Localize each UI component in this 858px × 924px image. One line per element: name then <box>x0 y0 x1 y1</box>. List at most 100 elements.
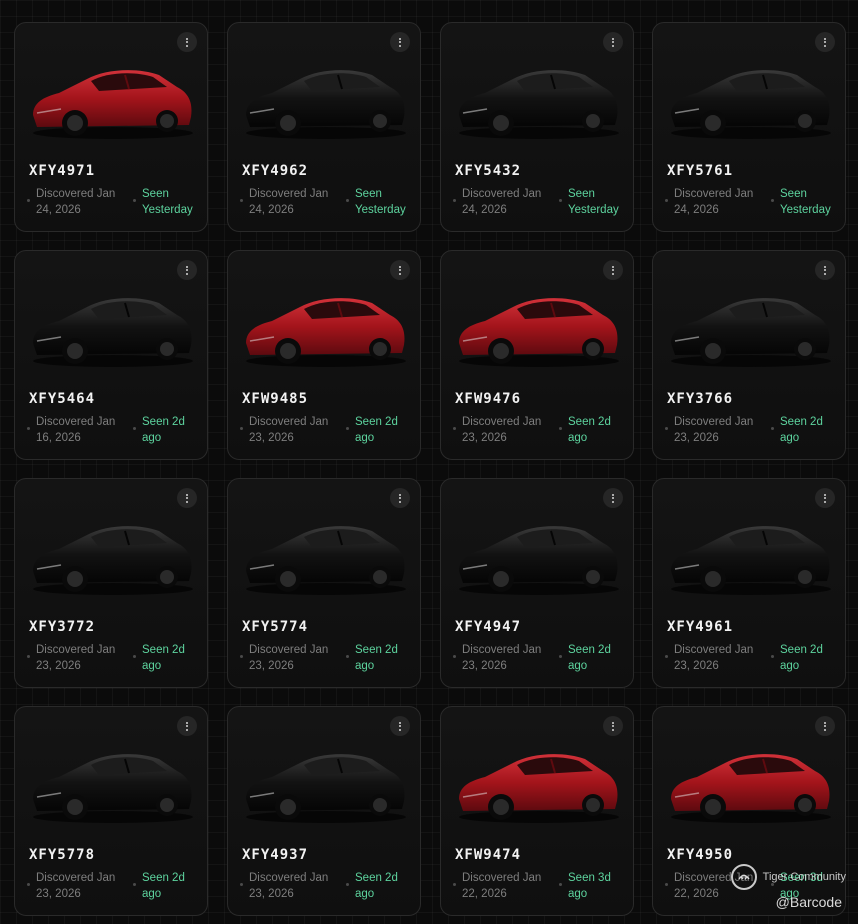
seen-status: Seen Yesterday <box>771 186 837 218</box>
vehicle-card[interactable]: XFY5778 Discovered Jan 23, 2026 Seen 2d … <box>14 706 208 916</box>
more-vertical-icon[interactable] <box>390 32 410 52</box>
vehicle-plate: XFY3766 <box>667 391 734 407</box>
vehicle-image <box>671 70 831 139</box>
more-vertical-icon[interactable] <box>815 260 835 280</box>
vehicle-meta: Discovered Jan 23, 2026 Seen 2d ago <box>665 414 837 446</box>
vehicle-card[interactable]: XFY5432 Discovered Jan 24, 2026 Seen Yes… <box>440 22 634 232</box>
vehicle-image <box>459 298 619 367</box>
vehicle-plate: XFY4947 <box>455 619 522 635</box>
vehicle-image <box>33 754 193 823</box>
vehicle-image <box>33 298 193 367</box>
vehicle-card[interactable]: XFY4947 Discovered Jan 23, 2026 Seen 2d … <box>440 478 634 688</box>
tiger-logo-icon <box>730 864 757 890</box>
vehicle-image <box>33 526 193 595</box>
vehicle-card[interactable]: XFY4961 Discovered Jan 23, 2026 Seen 2d … <box>652 478 846 688</box>
more-vertical-icon[interactable] <box>390 260 410 280</box>
vehicle-card[interactable]: XFW9474 Discovered Jan 22, 2026 Seen 3d … <box>440 706 634 916</box>
more-vertical-icon[interactable] <box>603 488 623 508</box>
discovered-date: Discovered Jan 24, 2026 <box>453 186 559 218</box>
vehicle-plate: XFY4950 <box>667 847 734 863</box>
discovered-date: Discovered Jan 23, 2026 <box>27 642 133 674</box>
vehicle-meta: Discovered Jan 23, 2026 Seen 2d ago <box>27 870 199 902</box>
more-vertical-icon[interactable] <box>390 716 410 736</box>
vehicle-card[interactable]: XFW9476 Discovered Jan 23, 2026 Seen 2d … <box>440 250 634 460</box>
vehicle-plate: XFY4971 <box>29 163 96 179</box>
vehicle-meta: Discovered Jan 23, 2026 Seen 2d ago <box>240 870 412 902</box>
discovered-date: Discovered Jan 22, 2026 <box>453 870 559 902</box>
discovered-date: Discovered Jan 24, 2026 <box>240 186 346 218</box>
discovered-date: Discovered Jan 24, 2026 <box>27 186 133 218</box>
vehicle-card[interactable]: XFY4971 Discovered Jan 24, 2026 Seen Yes… <box>14 22 208 232</box>
vehicle-image <box>671 526 831 595</box>
discovered-date: Discovered Jan 23, 2026 <box>665 414 771 446</box>
more-vertical-icon[interactable] <box>390 488 410 508</box>
vehicle-meta: Discovered Jan 23, 2026 Seen 2d ago <box>27 642 199 674</box>
more-vertical-icon[interactable] <box>177 716 197 736</box>
more-vertical-icon[interactable] <box>177 488 197 508</box>
vehicle-meta: Discovered Jan 23, 2026 Seen 2d ago <box>453 414 625 446</box>
more-vertical-icon[interactable] <box>603 260 623 280</box>
vehicle-image <box>33 70 193 139</box>
seen-status: Seen 3d ago <box>559 870 625 902</box>
vehicle-card[interactable]: XFY3766 Discovered Jan 23, 2026 Seen 2d … <box>652 250 846 460</box>
discovered-date: Discovered Jan 23, 2026 <box>27 870 133 902</box>
discovered-date: Discovered Jan 16, 2026 <box>27 414 133 446</box>
vehicle-image <box>671 298 831 367</box>
seen-status: Seen 2d ago <box>771 642 837 674</box>
vehicle-image <box>246 754 406 823</box>
vehicle-grid: XFY4971 Discovered Jan 24, 2026 Seen Yes… <box>0 0 858 924</box>
vehicle-plate: XFY5761 <box>667 163 734 179</box>
seen-status: Seen 2d ago <box>346 870 412 902</box>
more-vertical-icon[interactable] <box>603 716 623 736</box>
vehicle-meta: Discovered Jan 23, 2026 Seen 2d ago <box>665 642 837 674</box>
more-vertical-icon[interactable] <box>815 716 835 736</box>
vehicle-image <box>459 70 619 139</box>
vehicle-plate: XFY5774 <box>242 619 309 635</box>
vehicle-card[interactable]: XFY5774 Discovered Jan 23, 2026 Seen 2d … <box>227 478 421 688</box>
vehicle-plate: XFY3772 <box>29 619 96 635</box>
vehicle-meta: Discovered Jan 23, 2026 Seen 2d ago <box>240 414 412 446</box>
vehicle-image <box>671 754 831 823</box>
more-vertical-icon[interactable] <box>177 32 197 52</box>
vehicle-meta: Discovered Jan 24, 2026 Seen Yesterday <box>453 186 625 218</box>
seen-status: Seen 2d ago <box>346 642 412 674</box>
seen-status: Seen Yesterday <box>346 186 412 218</box>
vehicle-meta: Discovered Jan 23, 2026 Seen 2d ago <box>240 642 412 674</box>
more-vertical-icon[interactable] <box>177 260 197 280</box>
vehicle-plate: XFW9476 <box>455 391 522 407</box>
vehicle-image <box>246 298 406 367</box>
seen-status: Seen 2d ago <box>559 414 625 446</box>
watermark-handle: @Barcode <box>775 894 842 910</box>
seen-status: Seen Yesterday <box>133 186 199 218</box>
vehicle-card[interactable]: XFY5761 Discovered Jan 24, 2026 Seen Yes… <box>652 22 846 232</box>
vehicle-plate: XFY4937 <box>242 847 309 863</box>
more-vertical-icon[interactable] <box>603 32 623 52</box>
vehicle-plate: XFY5464 <box>29 391 96 407</box>
vehicle-card[interactable]: XFY4937 Discovered Jan 23, 2026 Seen 2d … <box>227 706 421 916</box>
seen-status: Seen 2d ago <box>133 414 199 446</box>
vehicle-plate: XFY5778 <box>29 847 96 863</box>
discovered-date: Discovered Jan 24, 2026 <box>665 186 771 218</box>
vehicle-card[interactable]: XFW9485 Discovered Jan 23, 2026 Seen 2d … <box>227 250 421 460</box>
vehicle-meta: Discovered Jan 23, 2026 Seen 2d ago <box>453 642 625 674</box>
more-vertical-icon[interactable] <box>815 488 835 508</box>
vehicle-card[interactable]: XFY5464 Discovered Jan 16, 2026 Seen 2d … <box>14 250 208 460</box>
vehicle-meta: Discovered Jan 24, 2026 Seen Yesterday <box>665 186 837 218</box>
discovered-date: Discovered Jan 23, 2026 <box>665 642 771 674</box>
watermark-text: Tiger Community <box>762 871 846 883</box>
discovered-date: Discovered Jan 23, 2026 <box>240 870 346 902</box>
watermark: Tiger Community <box>730 864 846 890</box>
seen-status: Seen 2d ago <box>133 870 199 902</box>
vehicle-plate: XFY4962 <box>242 163 309 179</box>
vehicle-plate: XFW9485 <box>242 391 309 407</box>
vehicle-meta: Discovered Jan 22, 2026 Seen 3d ago <box>453 870 625 902</box>
discovered-date: Discovered Jan 23, 2026 <box>453 642 559 674</box>
seen-status: Seen 2d ago <box>133 642 199 674</box>
vehicle-plate: XFW9474 <box>455 847 522 863</box>
vehicle-meta: Discovered Jan 24, 2026 Seen Yesterday <box>27 186 199 218</box>
more-vertical-icon[interactable] <box>815 32 835 52</box>
vehicle-card[interactable]: XFY3772 Discovered Jan 23, 2026 Seen 2d … <box>14 478 208 688</box>
vehicle-meta: Discovered Jan 24, 2026 Seen Yesterday <box>240 186 412 218</box>
vehicle-card[interactable]: XFY4962 Discovered Jan 24, 2026 Seen Yes… <box>227 22 421 232</box>
discovered-date: Discovered Jan 23, 2026 <box>240 642 346 674</box>
